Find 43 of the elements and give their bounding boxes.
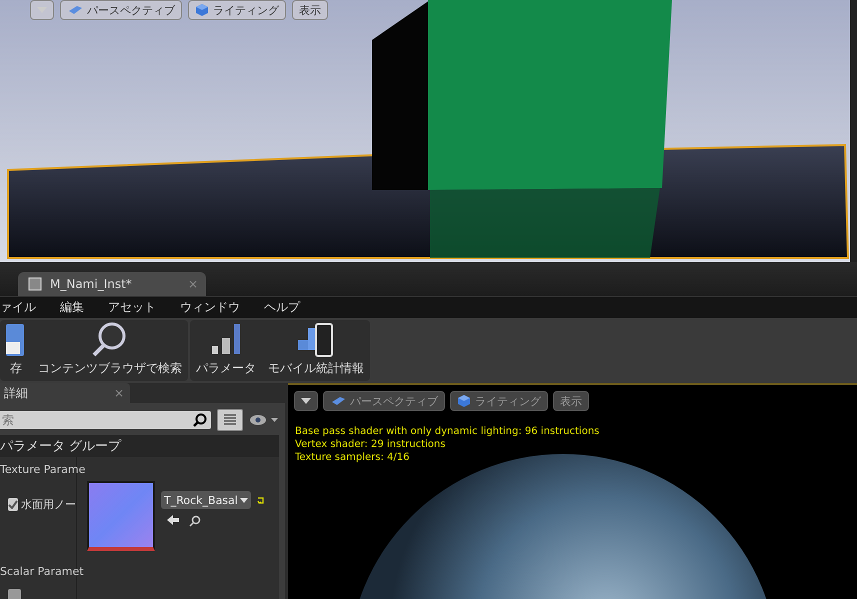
param-name: 水面用ノー xyxy=(21,497,76,512)
check-icon xyxy=(8,500,18,509)
search-input[interactable]: 索 xyxy=(0,412,193,428)
viewport-button[interactable]: ライティング xyxy=(188,0,286,20)
section-title: Texture Parame xyxy=(0,462,86,478)
search-icon[interactable] xyxy=(189,515,201,527)
cube-icon xyxy=(195,3,209,17)
reset-arrow-icon[interactable] xyxy=(256,497,265,505)
view-options-button[interactable] xyxy=(217,409,243,431)
group-header: パラメータ グループ xyxy=(0,435,279,457)
toolbar-button[interactable]: モバイル統計情報 xyxy=(262,320,370,381)
list-icon xyxy=(223,414,237,426)
toolbar-button[interactable]: パラメータ xyxy=(190,320,262,381)
editor-tab[interactable]: M_Nami_Inst* × xyxy=(18,272,206,296)
cube-icon xyxy=(457,394,471,408)
menu-item[interactable]: アセット xyxy=(108,299,156,316)
details-tab[interactable]: 詳細 × xyxy=(0,383,130,403)
menu-item[interactable]: ウィンドウ xyxy=(180,299,240,316)
search-icon xyxy=(193,413,207,427)
shader-stat-text: Base pass shader with only dynamic lighting: 96 instructions xyxy=(295,425,600,438)
material-icon xyxy=(28,277,42,292)
search-field[interactable]: 索 xyxy=(0,411,211,429)
viewport-button[interactable]: パースペクティブ xyxy=(60,0,182,20)
menu-item[interactable]: ヘルプ xyxy=(264,299,300,316)
section-title: Scalar Paramet xyxy=(0,564,84,580)
checkbox[interactable] xyxy=(8,589,21,599)
shader-stat-text: Vertex shader: 29 instructions xyxy=(295,438,446,451)
caret-icon xyxy=(301,398,311,404)
camera-icon xyxy=(67,5,83,15)
caret-icon xyxy=(240,498,248,502)
eye-icon[interactable] xyxy=(249,414,279,426)
menu-item[interactable]: ァイル xyxy=(0,299,36,316)
shader-stat-text: Texture samplers: 4/16 xyxy=(295,451,410,464)
toolbar-button[interactable]: 存 xyxy=(0,320,32,381)
camera-icon xyxy=(330,396,346,406)
toolbar-button[interactable]: コンテンツブラウザで検索 xyxy=(32,320,188,381)
texture-thumbnail[interactable] xyxy=(87,481,155,551)
left-arrow-icon[interactable] xyxy=(167,515,179,525)
texture-dropdown[interactable]: T_Rock_Basal xyxy=(161,491,251,509)
viewport-button[interactable]: 表示 xyxy=(292,0,328,20)
menu-item[interactable]: 編集 xyxy=(60,299,84,316)
checkbox[interactable] xyxy=(8,498,18,511)
options-dropdown[interactable] xyxy=(294,391,318,411)
